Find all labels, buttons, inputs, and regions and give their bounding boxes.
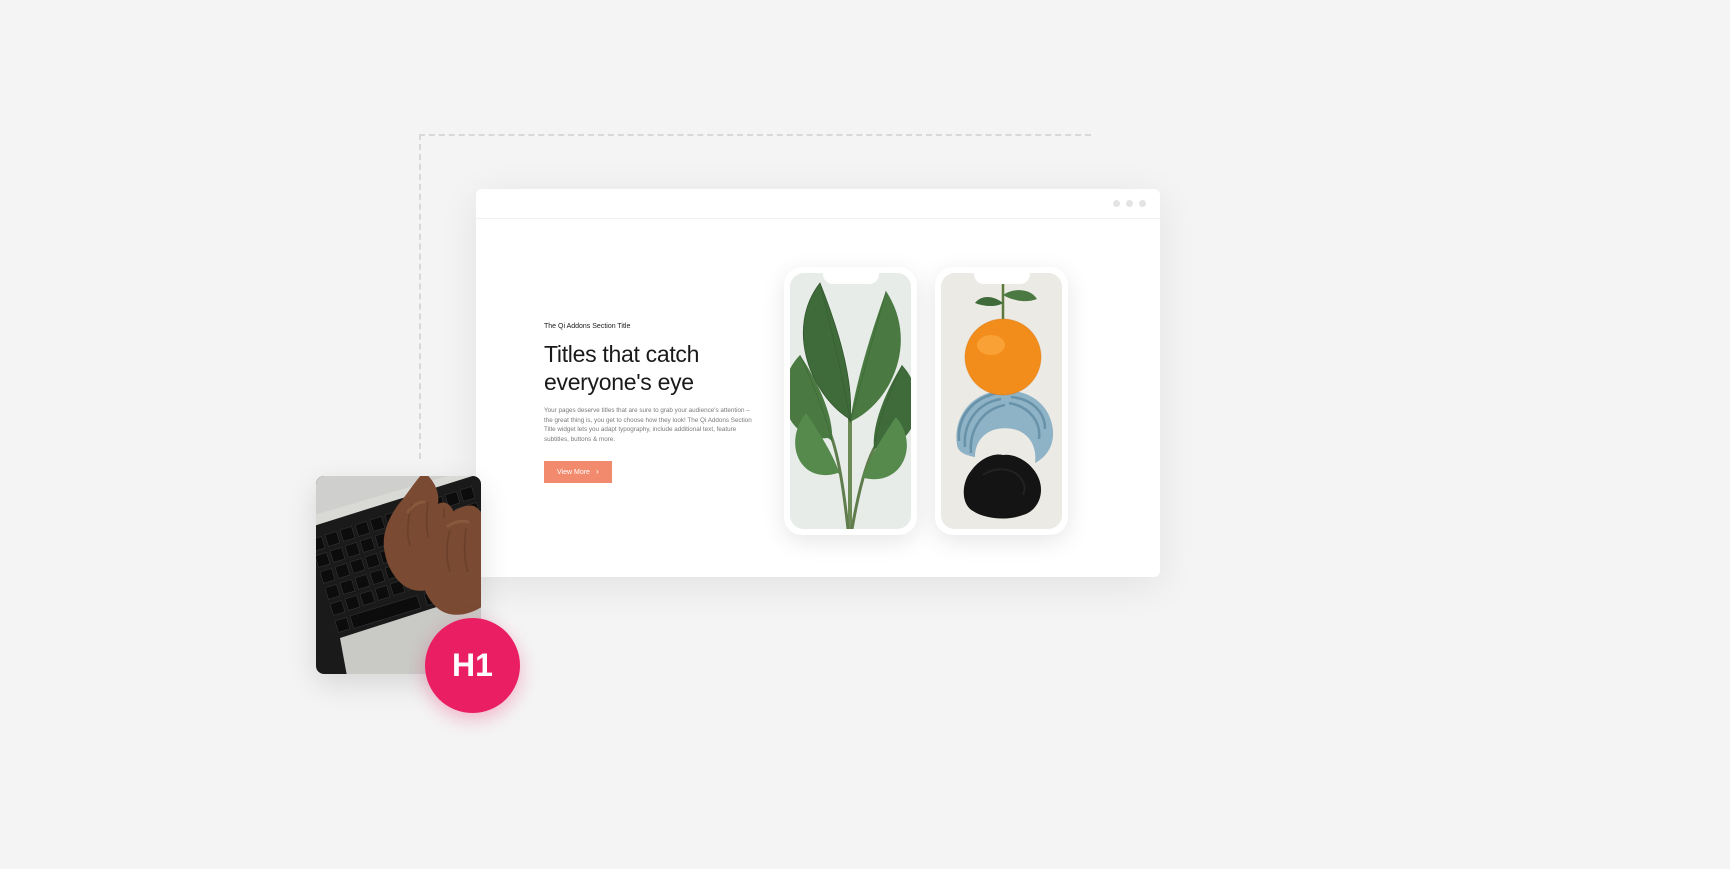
sculpture-illustration [941, 273, 1062, 529]
h1-badge: H1 [425, 618, 520, 713]
browser-content-area: The Qi Addons Section Title Titles that … [476, 219, 1160, 577]
browser-title-bar [476, 189, 1160, 219]
view-more-button[interactable]: View More › [544, 461, 612, 483]
window-control-dot [1126, 200, 1133, 207]
text-content-column: The Qi Addons Section Title Titles that … [544, 313, 754, 484]
browser-mockup-window: The Qi Addons Section Title Titles that … [476, 189, 1160, 577]
window-control-dot [1113, 200, 1120, 207]
section-subtitle: The Qi Addons Section Title [544, 323, 754, 330]
section-title: Titles that catch everyone's eye [544, 340, 754, 396]
phone-screen-sculpture [941, 273, 1062, 529]
window-control-dot [1139, 200, 1146, 207]
phone-mockup-right [935, 267, 1068, 535]
button-label: View More [557, 469, 590, 476]
section-description: Your pages deserve titles that are sure … [544, 406, 754, 445]
phone-mockups-row [784, 261, 1068, 535]
phone-mockup-left [784, 267, 917, 535]
phone-notch [974, 273, 1030, 284]
h1-badge-label: H1 [452, 647, 493, 684]
plant-illustration [790, 273, 911, 529]
chevron-right-icon: › [596, 468, 599, 476]
keyboard-thumbnail-card: H1 [316, 476, 481, 674]
phone-screen-plant [790, 273, 911, 529]
phone-notch [823, 273, 879, 284]
